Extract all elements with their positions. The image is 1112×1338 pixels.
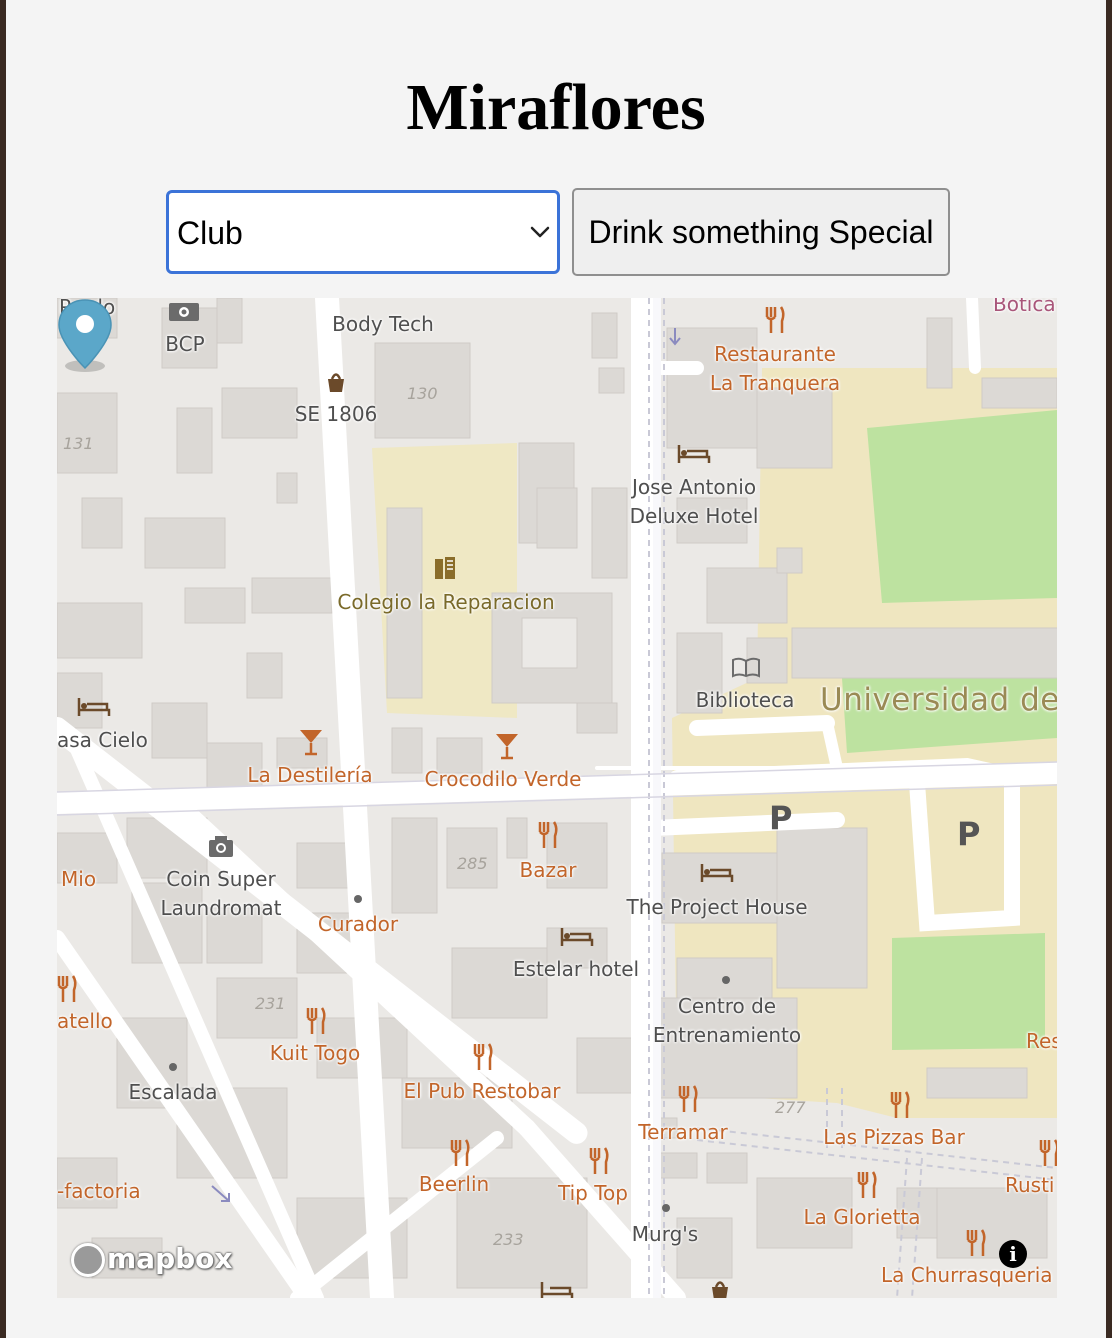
restaurant-icon [857, 1171, 877, 1198]
mapbox-logo-icon [71, 1243, 105, 1277]
map-label: Bazar [519, 858, 577, 882]
hotel-icon [560, 928, 594, 946]
category-select[interactable]: Club [166, 190, 560, 274]
map-label: Laundromat [160, 896, 282, 920]
map-label: asa Cielo [57, 728, 148, 752]
map-label: Mio [61, 867, 97, 891]
chevron-down-icon [530, 226, 550, 238]
mapbox-logo-text: mapbox [107, 1242, 233, 1275]
restaurant-icon [57, 975, 77, 1002]
shopping-bag-icon [328, 373, 344, 392]
restaurant-icon [765, 306, 785, 333]
map-label: Body Tech [332, 312, 434, 336]
map-label: Entrenamiento [652, 1023, 802, 1047]
hotel-icon [677, 445, 711, 463]
map-view[interactable]: Pardo BCP Body Tech SE 1806 130 131 Boti… [57, 298, 1057, 1298]
category-select-value: Club [177, 215, 243, 251]
map-label: Curador [317, 912, 399, 936]
map-label: Kuit Togo [269, 1041, 361, 1065]
map-label: Murg's [631, 1222, 699, 1246]
map-label: Res [1026, 1029, 1057, 1053]
cocktail-icon [300, 730, 322, 756]
camera-icon [209, 836, 233, 857]
map-label: -factoria [57, 1179, 141, 1203]
map-label: Restaurante [714, 342, 836, 366]
parking-label: P [957, 815, 981, 853]
hotel-icon [700, 864, 734, 882]
map-label: La Churrasqueria [881, 1263, 1053, 1287]
restaurant-icon [473, 1043, 493, 1070]
hotel-icon [77, 698, 111, 716]
map-label: Beerlin [418, 1172, 490, 1196]
hotel-icon [540, 1282, 574, 1298]
restaurant-icon [306, 1007, 326, 1034]
map-label: SE 1806 [294, 402, 378, 426]
library-icon [732, 657, 760, 678]
map-label: La Glorietta [803, 1205, 921, 1229]
map-label: Coin Super [166, 867, 276, 891]
map-label: El Pub Restobar [403, 1079, 561, 1103]
drink-special-button[interactable]: Drink something Special [572, 188, 950, 276]
poi-dot-icon [722, 976, 730, 984]
building-number: 285 [457, 854, 488, 873]
restaurant-icon [538, 821, 558, 848]
map-label: Escalada [128, 1080, 218, 1104]
restaurant-icon [890, 1091, 910, 1118]
map-label: Deluxe Hotel [629, 504, 759, 528]
map-label: Tip Top [558, 1181, 628, 1205]
map-label: The Project House [626, 895, 808, 919]
info-icon[interactable]: i [999, 1240, 1027, 1268]
poi-dot-icon [169, 1063, 177, 1071]
map-label: atello [57, 1009, 113, 1033]
restaurant-icon [966, 1229, 986, 1256]
map-label: Estelar hotel [512, 957, 640, 981]
poi-dot-icon [662, 1204, 670, 1212]
mapbox-logo[interactable]: mapbox [71, 1242, 232, 1277]
building-number: 131 [63, 434, 94, 453]
map-label: Centro de [677, 994, 777, 1018]
restaurant-icon [678, 1085, 698, 1112]
map-label: Rusti [1005, 1173, 1055, 1197]
restaurant-icon [1039, 1139, 1057, 1166]
cocktail-icon [496, 734, 518, 760]
map-label: Crocodilo Verde [424, 767, 582, 791]
map-label: Biblioteca [695, 688, 795, 712]
map-label: BCP [165, 332, 205, 356]
bank-icon [169, 303, 199, 321]
map-label: Colegio la Reparacion [337, 590, 555, 614]
map-label: Las Pizzas Bar [823, 1125, 965, 1149]
poi-dot-icon [354, 895, 362, 903]
app-panel: Miraflores Club Drink something Special [6, 0, 1106, 1338]
map-marker-icon[interactable] [57, 298, 113, 378]
restaurant-icon [450, 1139, 470, 1166]
school-icon [435, 557, 455, 579]
map-label: Jose Antonio [631, 475, 757, 499]
restaurant-icon [589, 1147, 609, 1174]
map-label: Botica [993, 298, 1056, 316]
shopping-bag-icon [712, 1281, 728, 1298]
building-number: 130 [407, 384, 438, 403]
map-label: Universidad de [820, 682, 1057, 718]
page-title: Miraflores [406, 71, 706, 144]
parking-label: P [769, 799, 793, 837]
building-number: 233 [493, 1230, 524, 1249]
map-label: La Tranquera [709, 371, 841, 395]
map-label: La Destilería [247, 763, 373, 787]
building-number: 277 [775, 1098, 806, 1117]
building-number: 231 [255, 994, 286, 1013]
map-label: Terramar [638, 1120, 728, 1144]
